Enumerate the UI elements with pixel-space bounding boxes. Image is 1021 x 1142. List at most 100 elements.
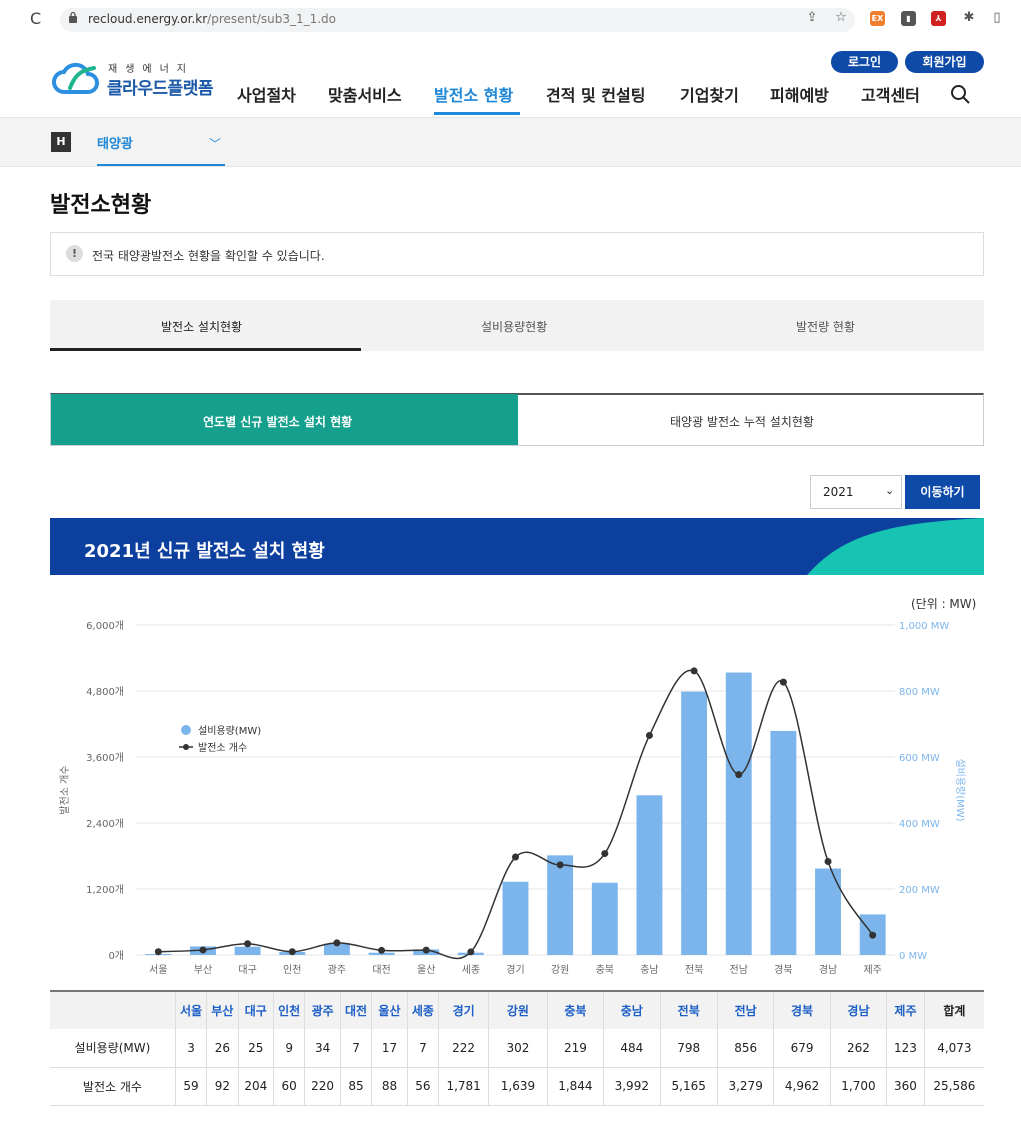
x-tick-label: 경기	[506, 963, 524, 976]
pdf-extension-icon[interactable]: ⅄	[931, 11, 946, 26]
table-header-region: 강원	[488, 990, 548, 1029]
chart-bar	[591, 882, 618, 955]
tab-active-indicator	[50, 348, 361, 351]
nav-item-plant-status[interactable]: 발전소 현황	[434, 82, 513, 106]
energy-type-dropdown[interactable]: 태양광	[97, 133, 133, 152]
subtab-yearly-new[interactable]: 연도별 신규 발전소 설치 현황	[203, 413, 352, 430]
table-cell: 262	[829, 1029, 887, 1068]
puzzle-icon[interactable]: ✱	[962, 11, 976, 25]
table-cell: 1,700	[829, 1067, 887, 1106]
nav-item-find-company[interactable]: 기업찾기	[680, 82, 739, 106]
year-select-value: 2021	[823, 485, 854, 499]
chart-point	[467, 948, 475, 956]
logo-title[interactable]: 클라우드플랫폼	[107, 74, 213, 99]
nav-item-consulting[interactable]: 견적 및 컨설팅	[546, 82, 645, 106]
reload-icon[interactable]: C	[30, 9, 41, 28]
subtab-cumulative[interactable]: 태양광 발전소 누적 설치현황	[670, 413, 814, 430]
x-tick-label: 인천	[283, 964, 301, 976]
y2-tick-label: 800 MW	[899, 687, 940, 698]
y-axis-title: 발전소 개수	[59, 765, 71, 814]
table-cell: 7	[339, 1029, 372, 1068]
table-header-region: 경북	[773, 990, 831, 1029]
info-text: 전국 태양광발전소 현황을 확인할 수 있습니다.	[92, 249, 325, 263]
table-row-label: 발전소 개수	[50, 1067, 176, 1106]
capacity-count-chart: 0개 0 MW 1,200개 200 MW 2,400개 400 MW 3,600개 600 …	[59, 620, 966, 976]
table-header-total: 합계	[923, 990, 984, 1029]
table-header-region: 전남	[716, 990, 774, 1029]
legend-label-capacity: 설비용량(MW)	[198, 725, 261, 737]
table-cell: 60	[273, 1067, 305, 1106]
signup-button[interactable]: 회원가입	[905, 51, 984, 73]
table-cell: 856	[716, 1029, 774, 1068]
table-header-region: 경남	[829, 990, 887, 1029]
table-header-region: 서울	[174, 990, 207, 1029]
chart-point	[690, 667, 698, 675]
table-header-region: 부산	[206, 990, 239, 1029]
table-header-region: 충남	[603, 990, 660, 1029]
extension-icon[interactable]: ▮	[901, 11, 916, 26]
logo-subtitle: 재생에너지	[108, 64, 194, 75]
y-tick-label: 1,200개	[86, 884, 124, 896]
x-tick-label: 세종	[462, 964, 480, 976]
chart-point	[422, 946, 430, 954]
chart-point	[333, 939, 341, 947]
table-cell: 1,844	[546, 1067, 604, 1106]
table-cell: 3,279	[716, 1067, 774, 1106]
chart-point	[779, 678, 787, 686]
nav-active-indicator	[434, 112, 520, 115]
table-cell: 4,962	[773, 1067, 831, 1106]
table-cell: 85	[339, 1067, 372, 1106]
x-tick-label: 경남	[819, 963, 837, 976]
table-row: 설비용량(MW) 3 26 25 9 34 7 17 7 222 302 219 484 798 856 67…	[50, 1029, 984, 1068]
page-title: 발전소현황	[50, 193, 152, 218]
nav-item-damage-prevention[interactable]: 피해예방	[770, 82, 829, 106]
nav-item-procedure[interactable]: 사업절차	[237, 82, 296, 106]
y-tick-label: 4,800개	[86, 686, 124, 698]
sidepanel-icon[interactable]: ▯	[990, 11, 1004, 25]
x-tick-label: 대구	[238, 964, 256, 976]
chart-point	[199, 946, 207, 954]
table-cell: 204	[237, 1067, 274, 1106]
tab-generation-status[interactable]: 발전량 현황	[796, 318, 855, 335]
login-button[interactable]: 로그인	[831, 51, 898, 73]
table-cell: 26	[206, 1029, 239, 1068]
y-tick-label: 0개	[108, 950, 124, 962]
table-header-region: 충북	[546, 990, 604, 1029]
extension-icon[interactable]: EX	[870, 11, 885, 26]
chart-point	[869, 931, 877, 939]
table-header-region: 인천	[273, 990, 305, 1029]
table-cell: 220	[304, 1067, 341, 1106]
nav-item-customer-center[interactable]: 고객센터	[861, 82, 920, 106]
logo-cloud-icon[interactable]	[50, 58, 100, 98]
nav-item-custom-service[interactable]: 맞춤서비스	[328, 82, 402, 106]
chevron-down-icon[interactable]: ﹀	[209, 135, 221, 152]
table-cell: 88	[371, 1067, 408, 1106]
table-cell: 17	[371, 1029, 408, 1068]
home-button[interactable]: H	[51, 132, 71, 152]
y2-tick-label: 1,000 MW	[899, 621, 949, 632]
table-cell: 1,639	[488, 1067, 548, 1106]
legend-marker-count	[183, 744, 189, 750]
x-tick-label: 전북	[685, 964, 703, 976]
tab-capacity-status[interactable]: 설비용량현황	[481, 318, 547, 335]
chart-point	[288, 948, 296, 956]
chart-point	[824, 858, 832, 865]
chart-point	[556, 861, 564, 869]
table-cell: 222	[438, 1029, 489, 1068]
chart-bar	[234, 946, 261, 955]
table-header-region: 제주	[886, 990, 925, 1029]
y-tick-label: 2,400개	[86, 818, 124, 830]
x-tick-label: 광주	[328, 964, 346, 976]
table-header-region: 울산	[371, 990, 408, 1029]
search-icon[interactable]	[950, 84, 970, 104]
chart-point	[512, 853, 519, 861]
y2-tick-label: 200 MW	[899, 885, 940, 896]
go-button[interactable]: 이동하기	[905, 475, 980, 509]
chart-point	[645, 731, 653, 739]
chart-bar	[547, 855, 574, 955]
share-icon[interactable]: ⇪	[805, 11, 819, 25]
star-icon[interactable]: ☆	[834, 11, 848, 25]
tab-installation-status[interactable]: 발전소 설치현황	[161, 318, 242, 335]
chart-bar	[770, 730, 797, 955]
banner-title: 2021년 신규 발전소 설치 현황	[84, 541, 325, 562]
